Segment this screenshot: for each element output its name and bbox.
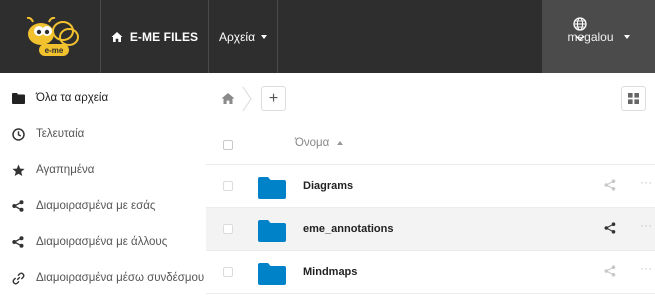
- sidebar-item-recent[interactable]: Τελευταία: [0, 116, 206, 152]
- svg-text:e-me: e-me: [45, 46, 64, 55]
- sidebar-item-shared-by-link[interactable]: Διαμοιρασμένα μέσω συνδέσμου: [0, 260, 206, 296]
- grid-view-icon: [628, 93, 639, 104]
- caret-down-icon: [261, 34, 268, 39]
- language-menu-button[interactable]: [567, 17, 593, 53]
- caret-down-icon: [623, 34, 630, 39]
- folder-icon: [258, 220, 286, 242]
- folder-icon: [258, 263, 286, 285]
- file-table-header: Όνομα: [206, 122, 655, 165]
- sidebar-item-label: Τελευταία: [36, 128, 85, 140]
- sidebar-item-favorites[interactable]: Αγαπημένα: [0, 152, 206, 188]
- folder-icon: [258, 177, 286, 199]
- select-all-checkbox[interactable]: [223, 140, 233, 150]
- apps-menu-button[interactable]: Αρχεία: [209, 0, 277, 73]
- file-name[interactable]: eme_annotations: [303, 223, 393, 235]
- table-row[interactable]: Diagrams ···: [206, 165, 655, 208]
- share-icon[interactable]: [604, 265, 616, 277]
- sidebar-item-label: Διαμοιρασμένα με εσάς: [36, 200, 156, 212]
- breadcrumb: +: [206, 73, 655, 122]
- top-header: e-me E-ME FILES Αρχεία megalou: [0, 0, 655, 73]
- breadcrumb-separator-icon: [242, 86, 252, 112]
- apps-menu-label: Αρχεία: [218, 29, 256, 44]
- share-icon: [11, 235, 25, 249]
- table-row[interactable]: eme_annotations ···: [206, 208, 655, 251]
- sidebar-item-all-files[interactable]: Όλα τα αρχεία: [0, 80, 206, 116]
- share-icon: [11, 199, 25, 213]
- brand-home-link[interactable]: E-ME FILES: [101, 0, 208, 73]
- sort-ascending-icon: [337, 141, 344, 145]
- sidebar-item-shared-with-others[interactable]: Διαμοιρασμένα με άλλους: [0, 224, 206, 260]
- file-name[interactable]: Diagrams: [303, 180, 353, 192]
- sidebar-item-label: Αγαπημένα: [36, 164, 95, 176]
- row-checkbox[interactable]: [223, 224, 233, 234]
- globe-icon: [573, 17, 587, 31]
- more-actions-button[interactable]: ···: [640, 263, 653, 275]
- clock-icon: [11, 127, 25, 141]
- add-new-button[interactable]: +: [261, 86, 286, 111]
- more-actions-button[interactable]: ···: [640, 220, 653, 232]
- share-icon[interactable]: [604, 222, 616, 234]
- sidebar-item-label: Διαμοιρασμένα μέσω συνδέσμου: [36, 272, 205, 284]
- table-row[interactable]: Mindmaps ···: [206, 251, 655, 294]
- app-logo[interactable]: e-me: [0, 0, 100, 73]
- row-checkbox[interactable]: [223, 181, 233, 191]
- folder-icon: [11, 91, 25, 105]
- user-menu-button[interactable]: megalou: [542, 0, 655, 73]
- breadcrumb-home[interactable]: [214, 85, 242, 111]
- sidebar-item-shared-with-you[interactable]: Διαμοιρασμένα με εσάς: [0, 188, 206, 224]
- file-name[interactable]: Mindmaps: [303, 266, 357, 278]
- sidebar-item-label: Διαμοιρασμένα με άλλους: [36, 236, 168, 248]
- eme-logo-icon: e-me: [26, 16, 79, 56]
- name-column-label: Όνομα: [295, 137, 330, 149]
- name-column-header[interactable]: Όνομα: [295, 137, 344, 149]
- header-spacer: [278, 0, 587, 73]
- home-icon: [221, 92, 235, 104]
- sidebar-item-label: Όλα τα αρχεία: [36, 92, 109, 104]
- brand-label: E-ME FILES: [129, 29, 199, 44]
- grid-view-toggle[interactable]: [621, 86, 646, 111]
- row-checkbox[interactable]: [223, 267, 233, 277]
- link-icon: [11, 271, 25, 285]
- home-icon: [111, 31, 123, 42]
- chevron-down-icon: [575, 35, 585, 41]
- file-list-area: + Όνομα Diagrams ··· eme_annotations ···…: [206, 73, 655, 294]
- star-icon: [11, 163, 25, 177]
- sidebar-navigation: Όλα τα αρχεία Τελευταία Αγαπημένα Διαμοι…: [0, 73, 206, 293]
- share-icon[interactable]: [604, 179, 616, 191]
- more-actions-button[interactable]: ···: [640, 177, 653, 189]
